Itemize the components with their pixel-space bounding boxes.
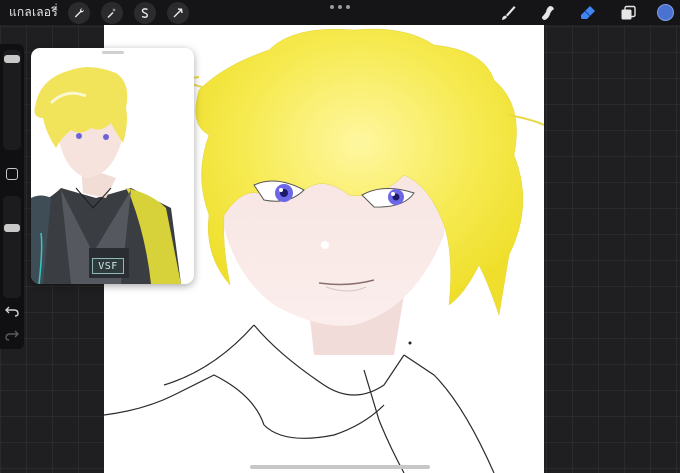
reference-window[interactable]: VSF — [31, 48, 194, 284]
actions-button[interactable] — [67, 1, 90, 24]
procreate-app: แกลเลอรี่ VSF — [0, 0, 680, 473]
home-indicator[interactable] — [250, 465, 430, 469]
redo-icon[interactable] — [4, 328, 20, 342]
transform-icon — [173, 7, 183, 17]
more-options-handle[interactable] — [330, 3, 350, 11]
transform-button[interactable] — [166, 1, 189, 24]
layers-button[interactable] — [617, 2, 639, 24]
modify-button[interactable] — [6, 168, 18, 180]
brush-button[interactable] — [497, 2, 519, 24]
reference-image — [31, 67, 181, 284]
eraser-icon — [581, 5, 595, 19]
selection-icon — [141, 7, 148, 18]
smudge-icon — [542, 5, 554, 20]
left-sidebar — [0, 44, 24, 349]
brush-icon — [502, 5, 516, 20]
wrench-icon — [74, 7, 84, 17]
reference-drag-handle[interactable] — [102, 51, 124, 54]
adjustments-button[interactable] — [100, 1, 123, 24]
brush-size-slider[interactable] — [3, 50, 21, 150]
layers-icon — [621, 5, 636, 19]
right-tools — [497, 0, 680, 25]
eraser-button[interactable] — [577, 2, 599, 24]
smudge-button[interactable] — [537, 2, 559, 24]
top-toolbar: แกลเลอรี่ — [0, 0, 680, 25]
reference-badge: VSF — [92, 258, 124, 274]
magic-wand-icon — [107, 7, 116, 18]
brush-size-knob[interactable] — [4, 55, 20, 63]
gallery-button[interactable]: แกลเลอรี่ — [9, 3, 58, 22]
color-picker-button[interactable] — [657, 4, 674, 21]
undo-icon[interactable] — [4, 304, 20, 318]
opacity-knob[interactable] — [4, 224, 20, 232]
selection-button[interactable] — [133, 1, 156, 24]
opacity-slider[interactable] — [3, 196, 21, 298]
